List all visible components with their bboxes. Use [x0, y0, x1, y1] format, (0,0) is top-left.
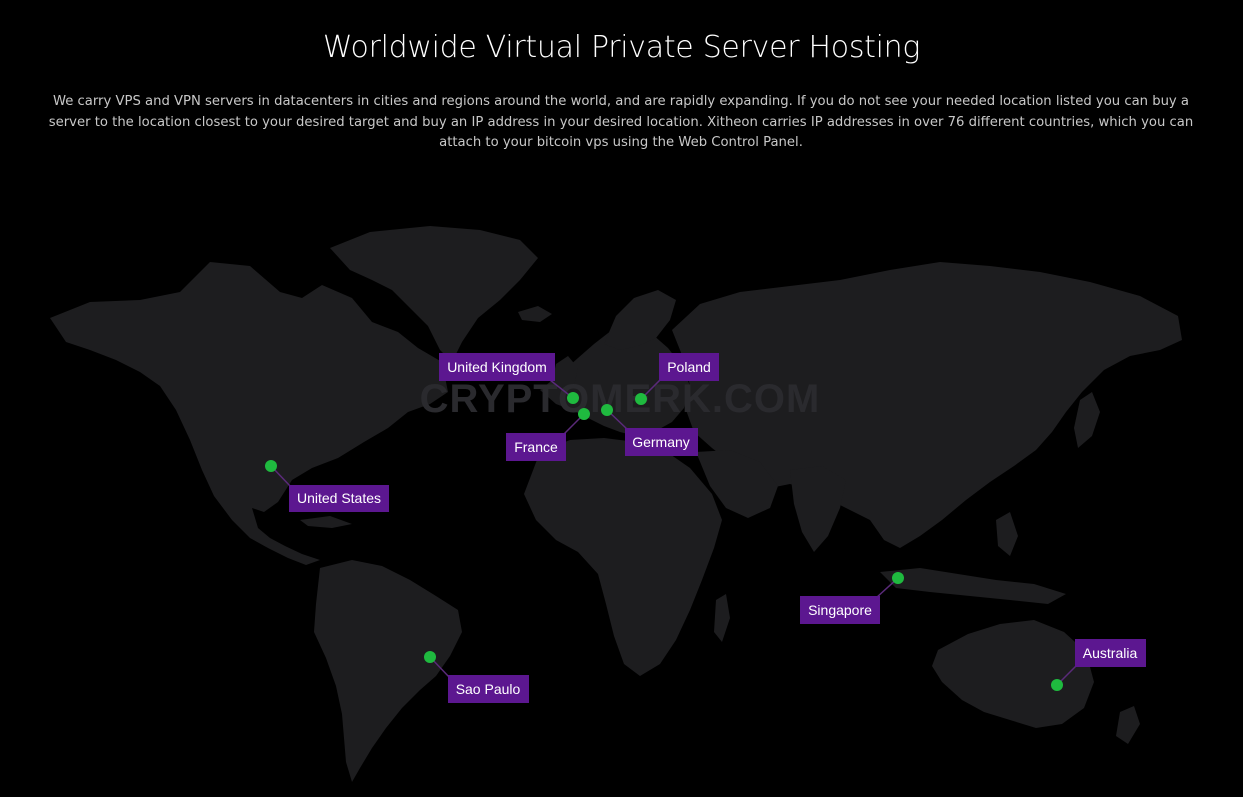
location-marker-dot[interactable] [635, 393, 647, 405]
landmass-madagascar [714, 594, 730, 642]
location-label[interactable]: Germany [632, 434, 690, 450]
location-marker-dot[interactable] [567, 392, 579, 404]
landmass-north-america [50, 262, 448, 565]
landmass-cuba [300, 516, 352, 528]
land-masses [50, 226, 1182, 782]
location-marker-dot[interactable] [601, 404, 613, 416]
location-label[interactable]: Australia [1083, 645, 1138, 661]
landmass-africa [524, 438, 722, 676]
world-map: CRYPTOMERK.COM United States United King… [50, 226, 1182, 782]
location-label[interactable]: Sao Paulo [456, 681, 521, 697]
location-label[interactable]: United Kingdom [447, 359, 547, 375]
landmass-india [790, 466, 846, 552]
landmass-japan [1074, 392, 1100, 448]
landmass-australia [932, 620, 1094, 728]
landmass-new-zealand [1116, 706, 1140, 744]
location-marker-dot[interactable] [424, 651, 436, 663]
location-marker-dot[interactable] [578, 408, 590, 420]
location-marker-dot[interactable] [265, 460, 277, 472]
location-marker-dot[interactable] [892, 572, 904, 584]
watermark: CRYPTOMERK.COM [420, 377, 821, 421]
location-marker-dot[interactable] [1051, 679, 1063, 691]
location-label[interactable]: Singapore [808, 602, 872, 618]
landmass-south-america [314, 560, 462, 782]
location-label[interactable]: France [514, 439, 558, 455]
landmass-indonesia [880, 568, 1066, 604]
page: Worldwide Virtual Private Server Hosting… [0, 0, 1243, 797]
landmass-philippines [996, 512, 1018, 556]
landmass-iceland [518, 306, 552, 322]
landmass-scandinavia [604, 290, 676, 350]
location-label[interactable]: Poland [667, 359, 711, 375]
location-label[interactable]: United States [297, 490, 381, 506]
